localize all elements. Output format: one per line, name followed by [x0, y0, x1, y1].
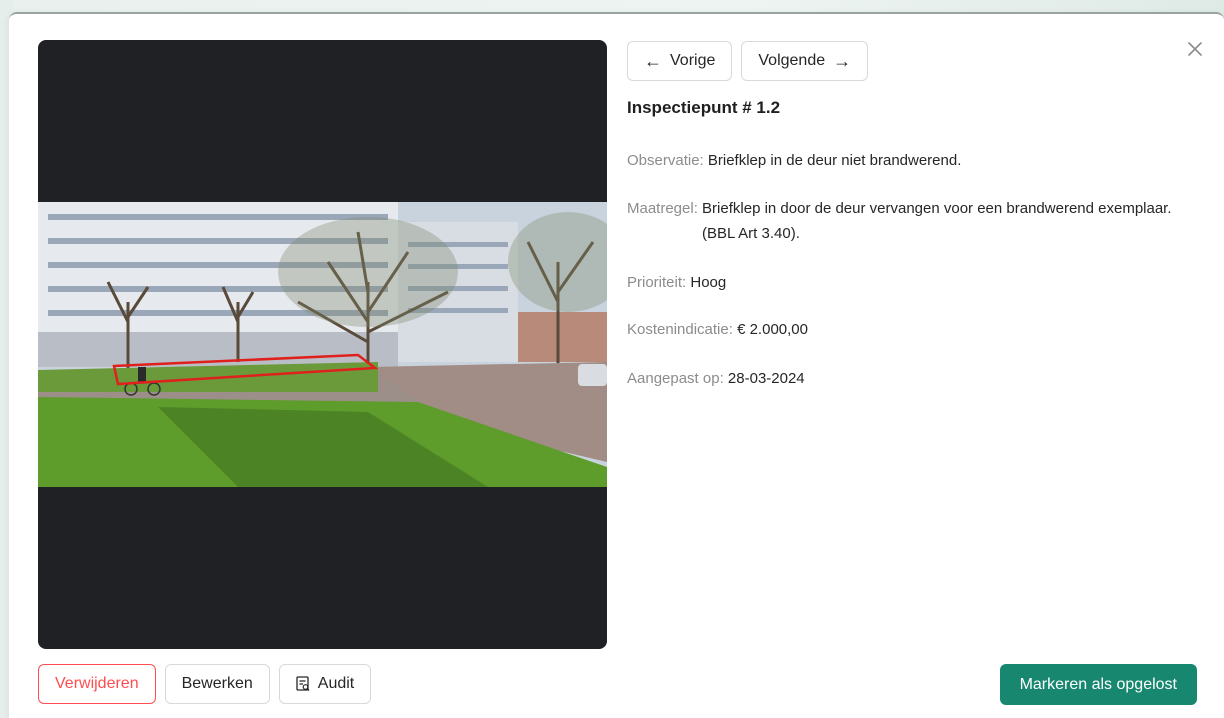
field-aangepast-op-value: 28-03-2024 — [727, 370, 805, 387]
street-photo-image — [38, 202, 607, 487]
field-observatie-label: Observatie: — [627, 152, 704, 169]
field-aangepast-op: Aangepast op: 28-03-2024 — [627, 366, 805, 391]
field-kostenindicatie-label: Kostenindicatie: — [627, 321, 733, 338]
navigation-buttons: ← Vorige Volgende → — [627, 41, 869, 81]
next-button-label: Volgende — [758, 52, 826, 69]
field-kostenindicatie: Kostenindicatie: € 2.000,00 — [627, 317, 808, 342]
previous-button-label: Vorige — [670, 52, 716, 69]
close-icon[interactable] — [1186, 40, 1204, 58]
audit-icon — [296, 676, 310, 691]
audit-button[interactable]: Audit — [278, 664, 372, 704]
edit-button[interactable]: Bewerken — [164, 664, 270, 704]
field-prioriteit-value: Hoog — [690, 274, 727, 291]
inspection-point-title: Inspectiepunt # 1.2 — [627, 98, 781, 117]
close-button[interactable] — [1186, 40, 1204, 58]
mark-resolved-button[interactable]: Markeren als opgelost — [999, 664, 1197, 705]
arrow-left-icon: ← — [644, 51, 662, 71]
field-maatregel-value: Briefklep in door de deur vervangen voor… — [702, 200, 1172, 242]
delete-button[interactable]: Verwijderen — [38, 664, 156, 704]
field-prioriteit-label: Prioriteit: — [627, 274, 687, 291]
arrow-right-icon: → — [833, 51, 852, 71]
inspection-point-modal: ← Vorige Volgende → Inspectiepunt # 1.2 … — [9, 12, 1224, 718]
field-maatregel: Maatregel: Briefklep in door de deur ver… — [627, 196, 1187, 246]
audit-button-label: Audit — [317, 675, 355, 692]
field-observatie: Observatie: Briefklep in de deur niet br… — [627, 148, 961, 173]
next-button[interactable]: Volgende → — [741, 41, 869, 81]
field-prioriteit: Prioriteit: Hoog — [627, 270, 726, 295]
field-maatregel-label: Maatregel: — [627, 200, 698, 217]
field-observatie-value: Briefklep in de deur niet brandwerend. — [707, 152, 962, 169]
inspection-photo — [38, 40, 607, 649]
field-aangepast-op-label: Aangepast op: — [627, 370, 724, 387]
bottom-actions: Verwijderen Bewerken Audit — [38, 664, 372, 704]
previous-button[interactable]: ← Vorige — [627, 41, 733, 81]
field-kostenindicatie-value: € 2.000,00 — [737, 321, 808, 338]
